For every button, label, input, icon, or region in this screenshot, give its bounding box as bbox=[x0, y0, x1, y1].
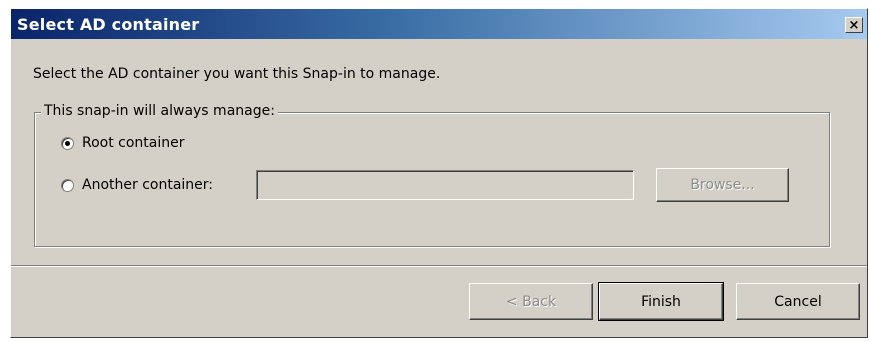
container-path-input[interactable] bbox=[256, 170, 634, 200]
finish-button[interactable]: Finish bbox=[598, 282, 724, 321]
back-button-label: < Back bbox=[505, 293, 557, 310]
browse-button[interactable]: Browse... bbox=[656, 168, 789, 202]
close-icon: × bbox=[848, 17, 860, 33]
footer-separator bbox=[11, 265, 867, 267]
instruction-text: Select the AD container you want this Sn… bbox=[33, 66, 441, 82]
title-bar: Select AD container × bbox=[11, 9, 867, 39]
another-container-option[interactable]: Another container: bbox=[61, 177, 213, 193]
dialog-title: Select AD container bbox=[17, 14, 200, 34]
browse-button-label: Browse... bbox=[690, 177, 755, 193]
cancel-button-label: Cancel bbox=[774, 293, 822, 310]
root-container-option[interactable]: Root container bbox=[61, 135, 185, 151]
finish-button-label: Finish bbox=[641, 293, 681, 310]
back-button[interactable]: < Back bbox=[469, 283, 593, 320]
close-button[interactable]: × bbox=[845, 17, 863, 33]
cancel-button[interactable]: Cancel bbox=[736, 283, 860, 320]
root-container-label: Root container bbox=[82, 135, 185, 151]
root-container-radio[interactable] bbox=[61, 136, 74, 150]
groupbox-legend: This snap-in will always manage: bbox=[41, 103, 278, 119]
another-container-radio[interactable] bbox=[61, 178, 74, 192]
another-container-label: Another container: bbox=[82, 177, 214, 193]
select-ad-container-dialog: Select AD container × Select the AD cont… bbox=[10, 8, 868, 338]
